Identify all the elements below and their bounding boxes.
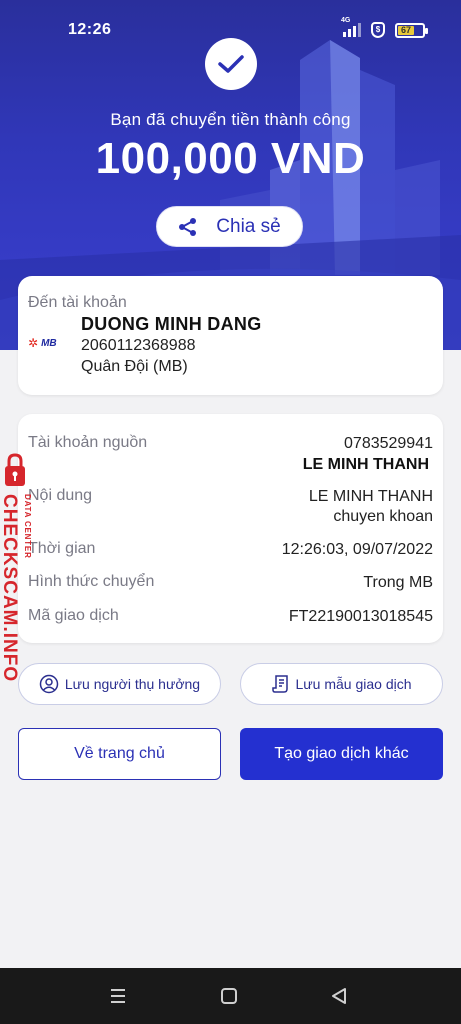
new-transaction-label: Tạo giao dịch khác [274,745,409,762]
recipient-label: Đến tài khoản [28,294,127,311]
network-type: 4G [341,17,351,24]
bank-logo-text: MB [41,337,57,349]
battery-level: 67 [398,25,415,35]
system-nav-bar [0,968,461,1024]
time-value: 12:26:03, 09/07/2022 [281,541,433,558]
share-button[interactable]: Chia sẻ [156,206,303,247]
vpn-shield-icon: $ [371,22,385,38]
bank-logo: ✲ MB [28,336,57,350]
user-circle-icon [39,674,59,694]
source-value: 0783529941 LE MINH THANH [303,434,433,475]
content-label: Nội dung [28,487,93,504]
mb-star-icon: ✲ [28,336,39,350]
status-time: 12:26 [68,21,112,38]
source-label: Tài khoản nguồn [28,434,148,451]
watermark-sub: DATA CENTER [23,494,32,559]
transaction-details-card: Tài khoản nguồn 0783529941 LE MINH THANH… [18,414,443,643]
share-icon [179,217,197,236]
checkscam-watermark: CHECKSCAM.INFO DATA CENTER [0,452,34,682]
success-message: Bạn đã chuyển tiền thành công [110,110,351,129]
method-value: Trong MB [363,574,433,591]
home-button-label: Về trang chủ [74,745,165,762]
share-label: Chia sẻ [216,215,281,237]
recipient-account: 2060112368988 [81,337,196,354]
transfer-amount: 100,000 VND [95,134,366,183]
content-line2: chuyen khoan [333,508,433,525]
txn-value: FT22190013018545 [288,608,433,625]
battery-icon: 67 [395,22,428,38]
menu-icon[interactable] [105,983,131,1009]
source-name: LE MINH THANH [302,456,429,473]
method-label: Hình thức chuyển [28,573,155,590]
watermark-brand: CHECKSCAM.INFO [0,494,20,683]
success-check-badge [205,38,257,90]
txn-label: Mã giao dịch [28,607,119,624]
home-square-icon[interactable] [216,983,242,1009]
save-template-button[interactable]: Lưu mẫu giao dịch [240,663,443,705]
home-button[interactable]: Về trang chủ [18,728,221,780]
recipient-name: DUONG MINH DANG [81,314,262,334]
content-value: LE MINH THANH chuyen khoan [309,487,433,527]
back-triangle-icon[interactable] [326,983,352,1009]
save-recipient-button[interactable]: Lưu người thụ hưởng [18,663,221,705]
lock-icon [5,453,25,486]
source-account: 0783529941 [344,435,433,452]
receipt-icon [271,675,288,693]
signal-icon: 4G [341,17,361,37]
new-transaction-button[interactable]: Tạo giao dịch khác [240,728,443,780]
content-line1: LE MINH THANH [308,488,433,505]
save-recipient-label: Lưu người thụ hưởng [64,676,201,692]
save-template-label: Lưu mẫu giao dịch [295,676,412,692]
status-icons: 4G $ 67 [341,17,428,38]
check-icon [218,55,244,73]
recipient-bank: Quân Đội (MB) [81,358,188,375]
time-label: Thời gian [28,540,96,557]
recipient-card: Đến tài khoản ✲ MB DUONG MINH DANG 20601… [18,276,443,395]
